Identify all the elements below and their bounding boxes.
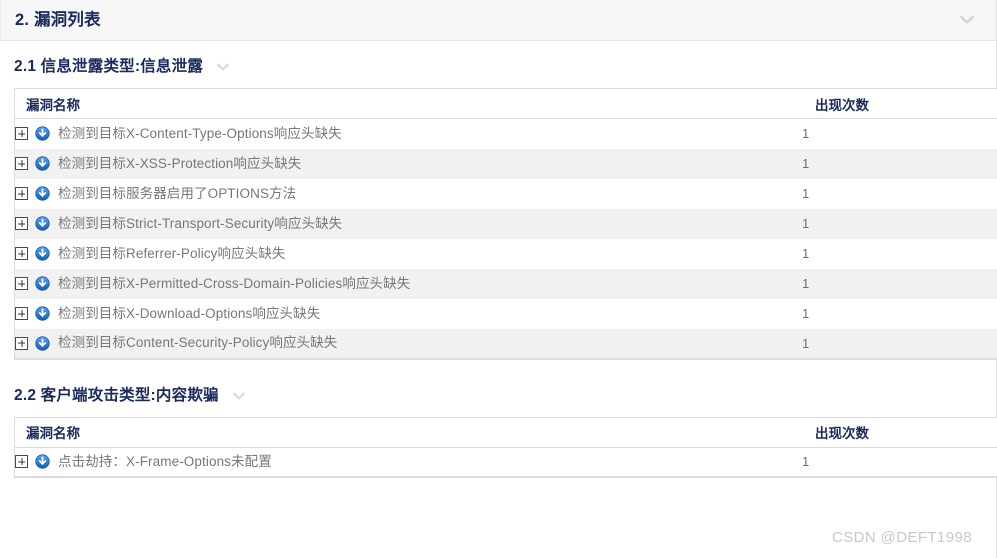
- vuln-name-cell: 检测到目标X-Permitted-Cross-Domain-Policies响应…: [15, 269, 803, 299]
- report-page: 2. 漏洞列表 2.1 信息泄露类型:信息泄露 漏洞名称 出现次数 检测到目标X…: [0, 0, 997, 558]
- vuln-count-cell: 1: [802, 156, 810, 171]
- expand-plus-icon[interactable]: [15, 217, 28, 230]
- column-header-count: 出现次数: [802, 417, 997, 448]
- blue-down-arrow-icon: [35, 156, 50, 171]
- expand-plus-icon[interactable]: [15, 336, 28, 350]
- expand-plus-icon[interactable]: [15, 455, 28, 469]
- table-row[interactable]: 检测到目标Strict-Transport-Security响应头缺失 1: [14, 208, 997, 239]
- page-title: 2. 漏洞列表: [15, 10, 101, 29]
- expand-plus-icon[interactable]: [15, 157, 28, 170]
- table-row[interactable]: 检测到目标Content-Security-Policy响应头缺失 1: [14, 328, 997, 359]
- blue-down-arrow-icon: [35, 216, 50, 231]
- vuln-count-cell: 1: [802, 246, 810, 261]
- chevron-down-icon[interactable]: [958, 11, 976, 29]
- watermark: CSDN @DEFT1998: [831, 529, 972, 546]
- blue-down-arrow-icon: [35, 306, 50, 321]
- vuln-name-label: 点击劫持：X-Frame-Options未配置: [58, 454, 272, 469]
- vuln-count-cell: 1: [802, 454, 810, 470]
- expand-plus-icon[interactable]: [15, 307, 28, 320]
- expand-plus-icon[interactable]: [15, 127, 28, 141]
- expand-plus-icon[interactable]: [15, 247, 28, 260]
- vuln-name-label: 检测到目标X-Download-Options响应头缺失: [58, 305, 321, 321]
- vuln-name-label: 检测到目标X-XSS-Protection响应头缺失: [58, 155, 302, 171]
- vuln-count-cell: 1: [802, 335, 810, 351]
- table-row[interactable]: 检测到目标X-Download-Options响应头缺失 1: [14, 298, 997, 329]
- vuln-name-label: 检测到目标Referrer-Policy响应头缺失: [58, 245, 286, 261]
- vulnerability-table-1: 漏洞名称 出现次数 检测到目标X-Content-Type-Options响应头…: [14, 88, 997, 360]
- table-row[interactable]: 点击劫持：X-Frame-Options未配置 1: [14, 447, 997, 477]
- table-row[interactable]: 检测到目标Referrer-Policy响应头缺失 1: [14, 238, 997, 269]
- vuln-name-cell: 点击劫持：X-Frame-Options未配置: [15, 447, 803, 477]
- vuln-name-label: 检测到目标X-Permitted-Cross-Domain-Policies响应…: [58, 275, 411, 291]
- column-header-name: 漏洞名称: [14, 88, 802, 119]
- vuln-name-label: 检测到目标X-Content-Type-Options响应头缺失: [58, 126, 342, 141]
- section-header-bar[interactable]: 2. 漏洞列表: [0, 0, 996, 41]
- vuln-count-cell: 1: [802, 306, 810, 321]
- table-header-row: 漏洞名称 出现次数: [14, 88, 997, 119]
- vuln-count-cell: 1: [802, 186, 810, 201]
- blue-down-arrow-icon: [35, 454, 50, 469]
- expand-plus-icon[interactable]: [15, 277, 28, 290]
- vuln-name-label: 检测到目标Content-Security-Policy响应头缺失: [58, 335, 338, 351]
- vuln-name-cell: 检测到目标X-Download-Options响应头缺失: [15, 299, 803, 329]
- vuln-name-label: 检测到目标Strict-Transport-Security响应头缺失: [58, 215, 343, 231]
- column-header-count: 出现次数: [802, 88, 997, 119]
- table-body-2: 点击劫持：X-Frame-Options未配置 1: [14, 447, 997, 477]
- chevron-down-icon[interactable]: [231, 388, 247, 404]
- vuln-name-cell: 检测到目标Content-Security-Policy响应头缺失: [15, 329, 803, 359]
- vuln-name-cell: 检测到目标Referrer-Policy响应头缺失: [15, 239, 803, 269]
- blue-down-arrow-icon: [35, 126, 50, 141]
- table-header-row: 漏洞名称 出现次数: [14, 417, 997, 448]
- expand-plus-icon[interactable]: [15, 187, 28, 200]
- blue-down-arrow-icon: [35, 246, 50, 261]
- vuln-name-cell: 检测到目标X-XSS-Protection响应头缺失: [15, 149, 803, 179]
- subsection-heading-2[interactable]: 2.2 客户端攻击类型:内容欺骗: [0, 388, 996, 404]
- chevron-down-icon[interactable]: [215, 59, 231, 75]
- vuln-name-label: 检测到目标服务器启用了OPTIONS方法: [58, 185, 297, 201]
- vuln-name-cell: 检测到目标服务器启用了OPTIONS方法: [15, 179, 803, 209]
- vuln-count-cell: 1: [802, 216, 810, 231]
- subsection-heading-1[interactable]: 2.1 信息泄露类型:信息泄露: [0, 59, 996, 75]
- vuln-name-cell: 检测到目标Strict-Transport-Security响应头缺失: [15, 209, 803, 239]
- blue-down-arrow-icon: [35, 186, 50, 201]
- table-row[interactable]: 检测到目标X-Permitted-Cross-Domain-Policies响应…: [14, 268, 997, 299]
- table-row[interactable]: 检测到目标X-Content-Type-Options响应头缺失 1: [14, 118, 997, 149]
- subsection-title: 2.1 信息泄露类型:信息泄露: [14, 58, 204, 76]
- table-row[interactable]: 检测到目标服务器启用了OPTIONS方法 1: [14, 178, 997, 209]
- table-row[interactable]: 检测到目标X-XSS-Protection响应头缺失 1: [14, 148, 997, 179]
- blue-down-arrow-icon: [35, 335, 50, 351]
- vulnerability-table-2: 漏洞名称 出现次数 点击劫持：X-Frame-Options未配置 1: [14, 416, 997, 478]
- vuln-count-cell: 1: [802, 126, 810, 142]
- table-body-1: 检测到目标X-Content-Type-Options响应头缺失 1 检测到目标…: [14, 118, 997, 359]
- blue-down-arrow-icon: [35, 276, 50, 291]
- vuln-name-cell: 检测到目标X-Content-Type-Options响应头缺失: [15, 119, 803, 149]
- subsection-title: 2.2 客户端攻击类型:内容欺骗: [14, 386, 219, 404]
- vuln-count-cell: 1: [802, 276, 810, 291]
- column-header-name: 漏洞名称: [14, 417, 802, 448]
